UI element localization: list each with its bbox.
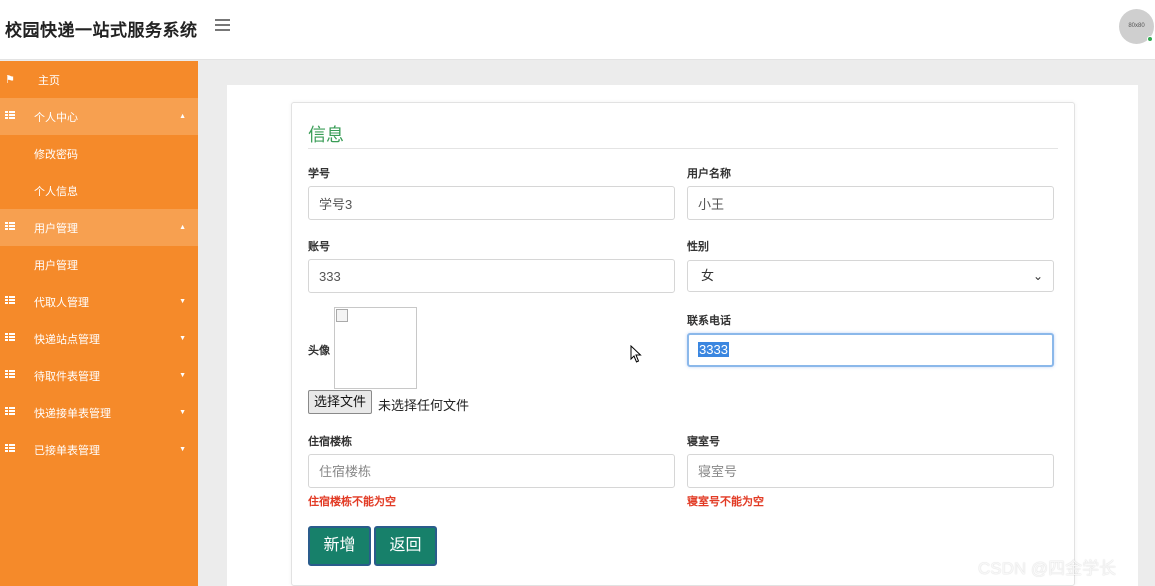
dorm-label: 寝室号 [687, 436, 720, 448]
no-file-text: 未选择任何文件 [378, 398, 470, 413]
menu-toggle-icon[interactable] [215, 19, 230, 33]
gender-selected-value: 女 [701, 268, 715, 283]
avatar-preview-image [334, 307, 417, 389]
sidebar-item-label: 修改密码 [34, 148, 78, 161]
sidebar-item-label: 已接单表管理 [34, 444, 100, 457]
sidebar-item-change-password[interactable]: 修改密码 [0, 135, 198, 172]
sidebar-item-home[interactable]: ⚑ 主页 [0, 61, 198, 98]
watermark: CSDN @四金学长 [978, 559, 1117, 578]
sidebar-item-label: 快递站点管理 [34, 333, 100, 346]
sidebar-item-pending-pickup[interactable]: 待取件表管理 ▼ [0, 357, 198, 394]
dorm-error: 寝室号不能为空 [687, 496, 764, 508]
username-input[interactable] [687, 186, 1054, 220]
online-status-dot [1147, 36, 1153, 42]
info-form-card: 信息 学号 用户名称 账号 性别 女 ⌄ 头像 选择文件 未选择任何文件 联系电… [291, 102, 1075, 586]
student-id-label: 学号 [308, 168, 330, 180]
sidebar-item-order-receiving[interactable]: 快递接单表管理 ▼ [0, 394, 198, 431]
title-divider [308, 148, 1058, 149]
chevron-down-icon: ▼ [179, 335, 186, 342]
form-title: 信息 [308, 125, 344, 145]
gender-label: 性别 [687, 241, 709, 253]
phone-input[interactable]: 3333 [687, 333, 1054, 367]
sidebar-item-label: 待取件表管理 [34, 370, 100, 383]
sidebar-item-user-management-sub[interactable]: 用户管理 [0, 246, 198, 283]
grid-icon [5, 111, 15, 119]
grid-icon [5, 333, 15, 341]
chevron-down-icon: ▼ [179, 372, 186, 379]
chevron-up-icon: ▲ [179, 113, 186, 120]
back-button[interactable]: 返回 [374, 526, 437, 566]
account-label: 账号 [308, 241, 330, 253]
student-id-input[interactable] [308, 186, 675, 220]
phone-value-selected: 3333 [698, 342, 729, 357]
grid-icon [5, 222, 15, 230]
account-input[interactable] [308, 259, 675, 293]
building-input[interactable] [308, 454, 675, 488]
chevron-down-icon: ▼ [179, 409, 186, 416]
sidebar-item-personal-center[interactable]: 个人中心 ▲ [0, 98, 198, 135]
avatar-text: 80x80 [1128, 23, 1145, 29]
broken-image-icon [336, 309, 348, 322]
grid-icon [5, 296, 15, 304]
building-error: 住宿楼栋不能为空 [308, 496, 396, 508]
sidebar-item-user-management[interactable]: 用户管理 ▲ [0, 209, 198, 246]
chevron-up-icon: ▲ [179, 224, 186, 231]
sidebar: ⚑ 主页 个人中心 ▲ 修改密码 个人信息 用户管理 ▲ 用户管理 代取人管理 … [0, 61, 198, 586]
sidebar-item-label: 主页 [38, 74, 60, 87]
phone-label: 联系电话 [687, 315, 731, 327]
sidebar-item-accepted-orders[interactable]: 已接单表管理 ▼ [0, 431, 198, 468]
grid-icon [5, 407, 15, 415]
username-label: 用户名称 [687, 168, 731, 180]
sidebar-item-label: 代取人管理 [34, 296, 89, 309]
avatar-label: 头像 [308, 345, 330, 357]
gender-select[interactable]: 女 ⌄ [687, 260, 1054, 292]
avatar[interactable]: 80x80 [1119, 9, 1154, 44]
sidebar-item-station-management[interactable]: 快递站点管理 ▼ [0, 320, 198, 357]
chevron-down-icon: ▼ [179, 298, 186, 305]
sidebar-item-personal-info[interactable]: 个人信息 [0, 172, 198, 209]
sidebar-item-agent-management[interactable]: 代取人管理 ▼ [0, 283, 198, 320]
top-header: 校园快递一站式服务系统 80x80 [0, 0, 1155, 60]
sidebar-item-label: 用户管理 [34, 259, 78, 272]
grid-icon [5, 370, 15, 378]
add-button[interactable]: 新增 [308, 526, 371, 566]
mouse-cursor-icon [630, 345, 642, 363]
choose-file-button[interactable]: 选择文件 [308, 390, 373, 414]
grid-icon [5, 444, 15, 452]
sidebar-item-label: 快递接单表管理 [34, 407, 111, 420]
building-label: 住宿楼栋 [308, 436, 352, 448]
chevron-down-icon: ⌄ [1032, 269, 1043, 283]
sidebar-item-label: 用户管理 [34, 222, 78, 235]
sidebar-item-label: 个人信息 [34, 185, 78, 198]
flag-icon: ⚑ [5, 74, 15, 86]
dorm-input[interactable] [687, 454, 1054, 488]
sidebar-item-label: 个人中心 [34, 111, 78, 124]
app-title: 校园快递一站式服务系统 [5, 21, 198, 40]
chevron-down-icon: ▼ [179, 446, 186, 453]
